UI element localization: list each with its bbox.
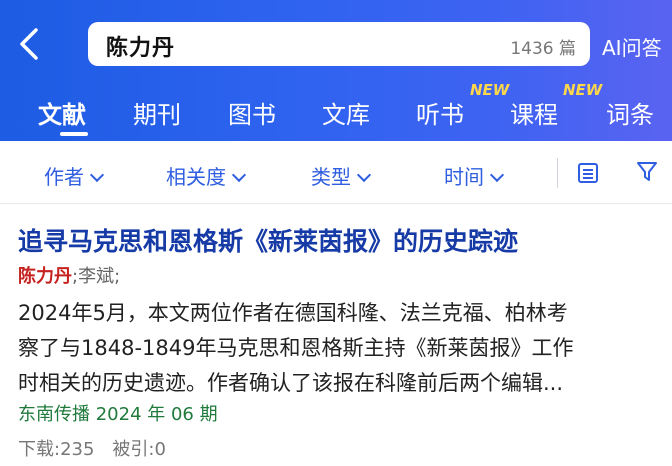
chevron-down-icon (489, 167, 505, 183)
back-arrow-icon[interactable] (16, 26, 44, 62)
filter-bar: 作者 相关度 类型 时间 (0, 141, 672, 204)
chevron-down-icon (356, 167, 372, 183)
filter-relevance[interactable]: 相关度 (166, 161, 247, 190)
new-badge: NEW (563, 81, 603, 99)
ai-qa-button[interactable]: AI问答 (602, 32, 662, 61)
result-stats: 下载:235 被引:0 (18, 435, 184, 461)
download-count: 下载:235 (18, 439, 95, 460)
author-rest: ;李斌; (72, 266, 121, 287)
new-badge: NEW (470, 81, 510, 99)
chevron-down-icon (231, 167, 247, 183)
result-count: 1436 篇 (510, 39, 576, 59)
top-header: 陈力丹 1436 篇 AI问答 文献 期刊 图书 文库 听书 NEW 课程 NE… (0, 0, 672, 141)
result-source[interactable]: 东南传播 2024 年 06 期 (18, 400, 218, 426)
filter-time[interactable]: 时间 (444, 161, 505, 190)
search-query[interactable]: 陈力丹 (106, 30, 175, 62)
result-title[interactable]: 追寻马克思和恩格斯《新莱茵报》的历史踪迹 (18, 222, 518, 258)
tab-audiobooks[interactable]: 听书 (416, 95, 464, 130)
search-box[interactable]: 陈力丹 1436 篇 (88, 22, 590, 66)
result-abstract: 2024年5月，本文两位作者在德国科隆、法兰克福、柏林考 察了与1848-184… (18, 296, 660, 401)
tab-books[interactable]: 图书 (228, 95, 276, 130)
filter-author[interactable]: 作者 (44, 161, 105, 190)
active-tab-indicator (60, 132, 88, 136)
tab-literature[interactable]: 文献 (38, 95, 86, 130)
author-highlight[interactable]: 陈力丹 (18, 266, 72, 287)
tab-courses[interactable]: 课程 (510, 95, 558, 130)
abstract-line: 时相关的历史遗迹。作者确认了该报在科隆前后两个编辑... (18, 371, 564, 395)
citation-count: 被引:0 (112, 439, 166, 460)
tab-entries[interactable]: 词条 (606, 95, 654, 130)
tab-journals[interactable]: 期刊 (133, 95, 181, 130)
abstract-line: 察了与1848-1849年马克思和恩格斯主持《新莱茵报》工作 (18, 336, 574, 360)
result-authors: 陈力丹;李斌; (18, 262, 120, 288)
filter-funnel-icon[interactable] (636, 160, 658, 184)
filter-divider (557, 158, 558, 188)
abstract-line: 2024年5月，本文两位作者在德国科隆、法兰克福、柏林考 (18, 301, 568, 325)
list-icon[interactable] (577, 162, 599, 184)
tab-library[interactable]: 文库 (322, 95, 370, 130)
chevron-down-icon (89, 167, 105, 183)
filter-type[interactable]: 类型 (311, 161, 372, 190)
